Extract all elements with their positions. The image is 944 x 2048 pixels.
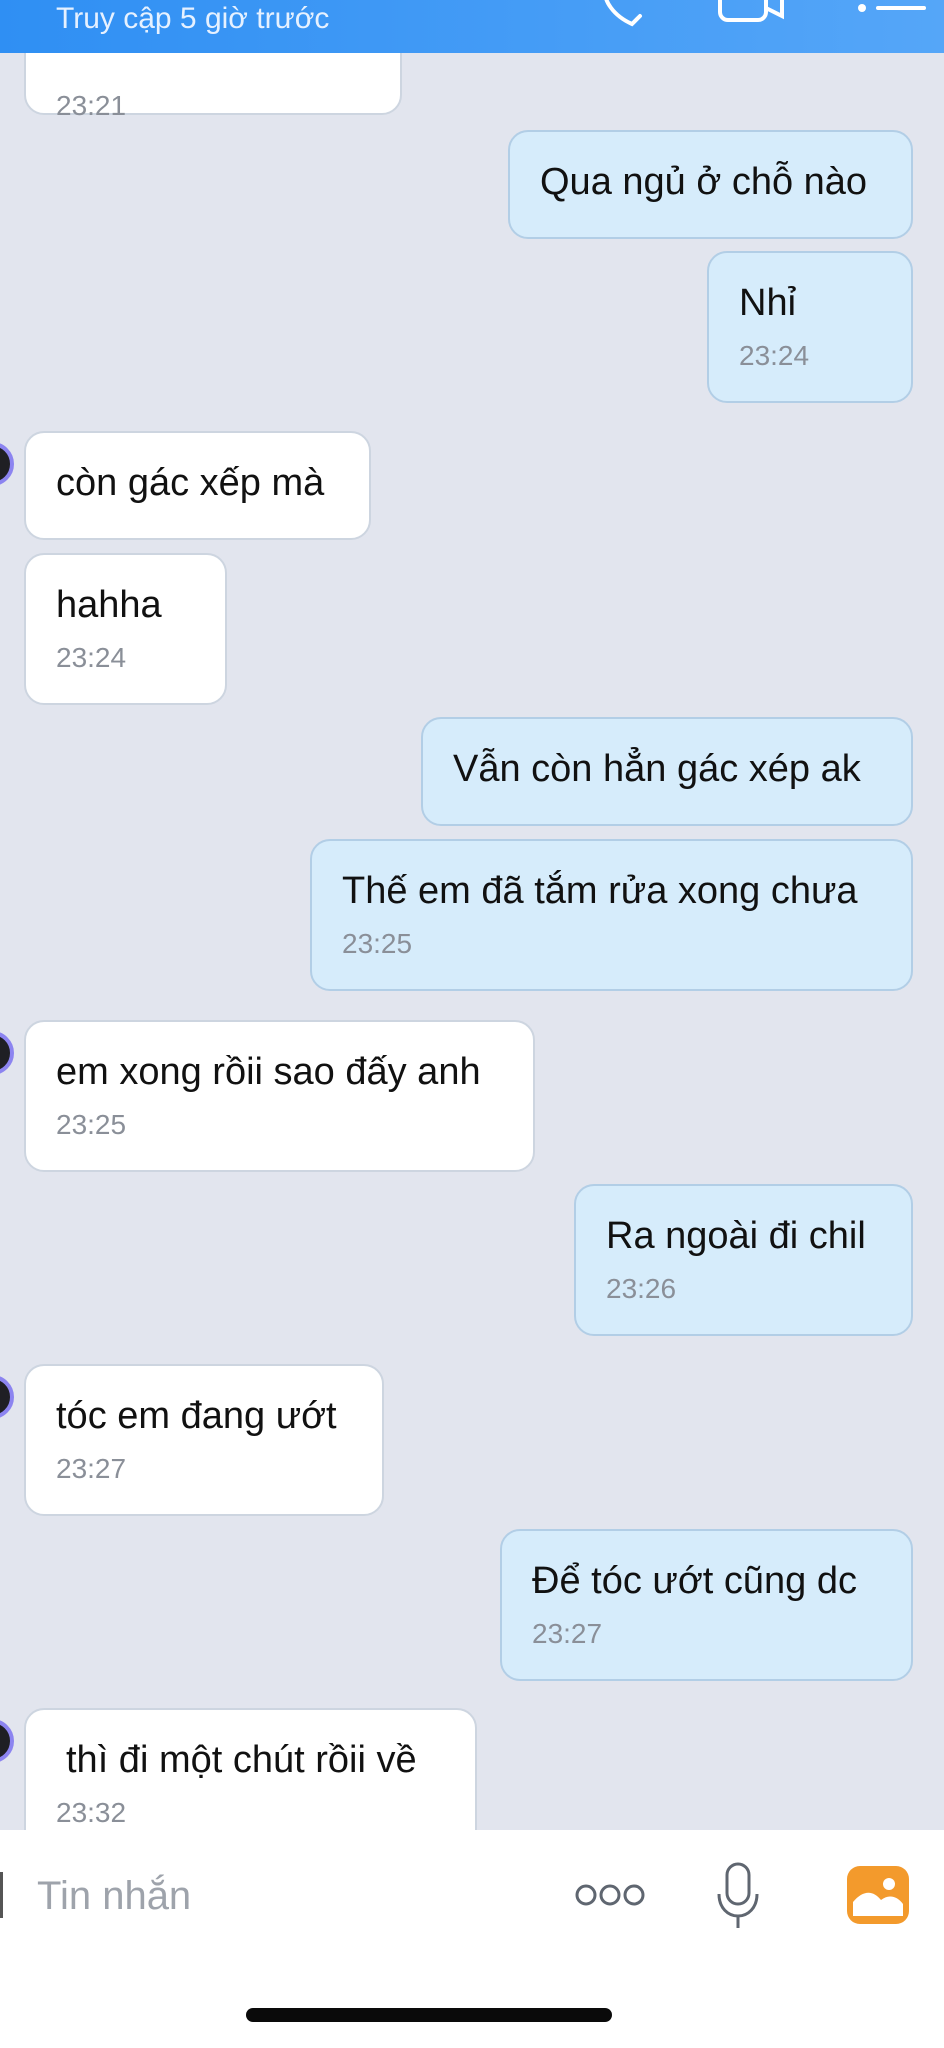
text-cursor <box>0 1872 3 1918</box>
contact-avatar[interactable] <box>0 1719 14 1763</box>
message-text: còn gác xếp mà <box>56 462 325 504</box>
message-text: Thế em đã tắm rửa xong chưa <box>342 870 858 912</box>
last-seen-status: Truy cập 5 giờ trước <box>56 2 330 35</box>
message-text: hahha <box>56 584 162 626</box>
gallery-icon[interactable] <box>845 1864 911 1931</box>
message-time: 23:26 <box>606 1273 677 1304</box>
message-time: 23:24 <box>56 642 127 673</box>
message-list[interactable]: 23:21 Qua ngủ ở chỗ nào Nhỉ 23:24 còn gá… <box>0 53 944 1830</box>
message-text: Ra ngoài đi chil <box>606 1215 866 1257</box>
outgoing-message-bubble[interactable]: Nhỉ 23:24 <box>707 251 913 403</box>
outgoing-message-bubble[interactable]: Ra ngoài đi chil 23:26 <box>574 1184 913 1336</box>
outgoing-message-bubble[interactable]: Qua ngủ ở chỗ nào <box>508 130 913 239</box>
message-time: 23:24 <box>739 340 810 371</box>
message-input[interactable]: Tin nhắn <box>37 1874 191 1919</box>
incoming-message-bubble[interactable]: 23:21 <box>24 53 402 121</box>
message-text: tóc em đang ướt <box>56 1395 337 1437</box>
message-text: em xong rồii sao đấy anh <box>56 1051 481 1093</box>
message-text: Nhỉ <box>739 282 797 324</box>
outgoing-message-bubble[interactable]: Thế em đã tắm rửa xong chưa 23:25 <box>310 839 913 991</box>
message-text: Qua ngủ ở chỗ nào <box>540 161 868 203</box>
message-time: 23:25 <box>56 1109 127 1140</box>
message-time: 23:21 <box>56 90 127 121</box>
incoming-message-bubble[interactable]: còn gác xếp mà <box>24 431 371 540</box>
home-indicator <box>246 2008 612 2022</box>
incoming-message-bubble[interactable]: em xong rồii sao đấy anh 23:25 <box>24 1020 535 1172</box>
contact-avatar[interactable] <box>0 442 14 486</box>
message-text: Để tóc ướt cũng dc <box>532 1560 857 1602</box>
incoming-message-bubble[interactable]: hahha 23:24 <box>24 553 227 705</box>
contact-avatar[interactable] <box>0 1031 14 1075</box>
phone-icon[interactable] <box>598 0 650 35</box>
message-text: thì đi một chút rồii về <box>66 1739 417 1781</box>
microphone-icon[interactable] <box>714 1862 762 1937</box>
message-text: Vẫn còn hẳn gác xép ak <box>453 748 861 790</box>
incoming-message-bubble[interactable]: tóc em đang ướt 23:27 <box>24 1364 384 1516</box>
outgoing-message-bubble[interactable]: Để tóc ướt cũng dc 23:27 <box>500 1529 913 1681</box>
more-options-icon[interactable] <box>574 1880 646 1915</box>
menu-icon[interactable] <box>856 0 936 35</box>
outgoing-message-bubble[interactable]: Vẫn còn hẳn gác xép ak <box>421 717 913 826</box>
contact-avatar[interactable] <box>0 1375 14 1419</box>
video-icon[interactable] <box>716 0 786 35</box>
message-time: 23:27 <box>532 1618 603 1649</box>
message-time: 23:25 <box>342 928 413 959</box>
message-input-bar: Tin nhắn <box>0 1830 944 2048</box>
message-time: 23:27 <box>56 1453 127 1484</box>
incoming-message-bubble[interactable]: thì đi một chút rồii về 23:32 <box>24 1708 477 1830</box>
message-time: 23:32 <box>56 1797 127 1828</box>
chat-header: Truy cập 5 giờ trước <box>0 0 944 53</box>
